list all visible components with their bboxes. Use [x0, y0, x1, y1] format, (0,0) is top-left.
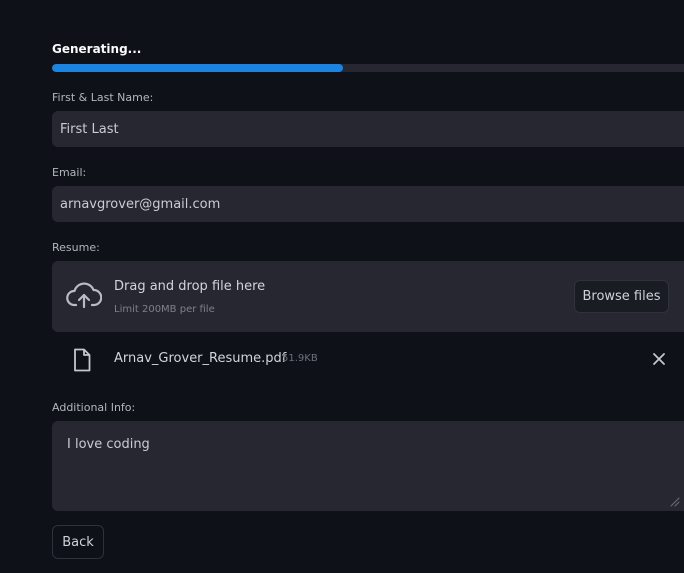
additional-info-label: Additional Info: — [52, 401, 136, 414]
name-label: First & Last Name: — [52, 91, 154, 104]
file-size: 51.9KB — [282, 353, 318, 364]
uploaded-file: Arnav_Grover_Resume.pdf 51.9KB — [52, 340, 684, 380]
additional-info-textarea[interactable]: I love coding — [52, 421, 684, 511]
dropzone-title: Drag and drop file here — [114, 279, 266, 294]
cloud-upload-icon — [66, 282, 102, 309]
email-input[interactable]: arnavgrover@gmail.com — [52, 186, 684, 222]
progress-label: Generating... — [52, 42, 142, 56]
file-icon — [74, 348, 91, 372]
additional-info-value: I love coding — [67, 437, 150, 452]
progress-fill — [52, 64, 344, 72]
close-icon[interactable] — [652, 352, 666, 366]
back-button[interactable]: Back — [52, 525, 104, 559]
resize-handle-icon[interactable] — [670, 497, 680, 507]
file-dropzone[interactable]: Drag and drop file here Limit 200MB per … — [52, 261, 684, 332]
progress-bar — [52, 64, 684, 72]
name-input[interactable]: First Last — [52, 111, 684, 147]
resume-label: Resume: — [52, 241, 100, 254]
email-label: Email: — [52, 166, 87, 179]
browse-files-button[interactable]: Browse files — [574, 280, 669, 313]
dropzone-limit: Limit 200MB per file — [114, 304, 215, 315]
file-name: Arnav_Grover_Resume.pdf — [114, 351, 287, 366]
app-page: Generating... First & Last Name: First L… — [0, 0, 684, 573]
